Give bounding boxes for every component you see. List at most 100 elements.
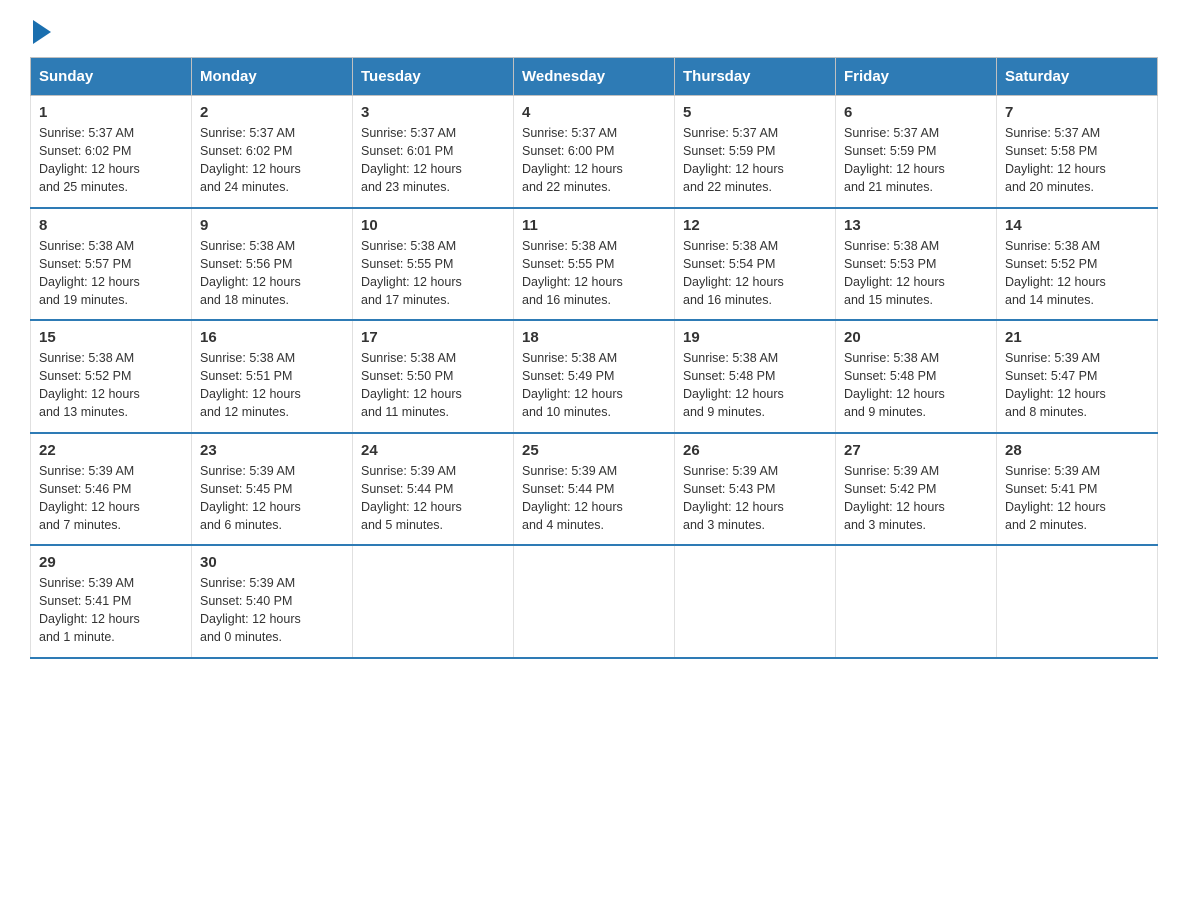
day-number: 26 (683, 442, 827, 459)
day-number: 23 (200, 442, 344, 459)
day-info: Sunrise: 5:38 AM Sunset: 5:57 PM Dayligh… (39, 237, 183, 310)
day-info: Sunrise: 5:38 AM Sunset: 5:52 PM Dayligh… (1005, 237, 1149, 310)
day-info: Sunrise: 5:38 AM Sunset: 5:51 PM Dayligh… (200, 349, 344, 422)
calendar-cell: 4 Sunrise: 5:37 AM Sunset: 6:00 PM Dayli… (514, 96, 675, 208)
day-number: 17 (361, 329, 505, 346)
day-info: Sunrise: 5:37 AM Sunset: 6:00 PM Dayligh… (522, 124, 666, 197)
header-friday: Friday (836, 58, 997, 96)
day-info: Sunrise: 5:39 AM Sunset: 5:41 PM Dayligh… (39, 574, 183, 647)
calendar-cell: 1 Sunrise: 5:37 AM Sunset: 6:02 PM Dayli… (31, 96, 192, 208)
calendar-cell: 18 Sunrise: 5:38 AM Sunset: 5:49 PM Dayl… (514, 320, 675, 433)
day-number: 19 (683, 329, 827, 346)
calendar-cell: 30 Sunrise: 5:39 AM Sunset: 5:40 PM Dayl… (192, 545, 353, 658)
calendar-cell (675, 545, 836, 658)
day-number: 30 (200, 554, 344, 571)
calendar-cell: 23 Sunrise: 5:39 AM Sunset: 5:45 PM Dayl… (192, 433, 353, 546)
calendar-cell (997, 545, 1158, 658)
calendar-cell: 29 Sunrise: 5:39 AM Sunset: 5:41 PM Dayl… (31, 545, 192, 658)
calendar-cell (353, 545, 514, 658)
day-number: 28 (1005, 442, 1149, 459)
day-number: 21 (1005, 329, 1149, 346)
calendar-cell (836, 545, 997, 658)
calendar-week-row: 8 Sunrise: 5:38 AM Sunset: 5:57 PM Dayli… (31, 208, 1158, 321)
calendar-cell: 20 Sunrise: 5:38 AM Sunset: 5:48 PM Dayl… (836, 320, 997, 433)
calendar-cell: 13 Sunrise: 5:38 AM Sunset: 5:53 PM Dayl… (836, 208, 997, 321)
day-number: 5 (683, 104, 827, 121)
day-number: 4 (522, 104, 666, 121)
day-info: Sunrise: 5:39 AM Sunset: 5:45 PM Dayligh… (200, 462, 344, 535)
header-tuesday: Tuesday (353, 58, 514, 96)
calendar-cell: 27 Sunrise: 5:39 AM Sunset: 5:42 PM Dayl… (836, 433, 997, 546)
day-info: Sunrise: 5:38 AM Sunset: 5:54 PM Dayligh… (683, 237, 827, 310)
day-info: Sunrise: 5:39 AM Sunset: 5:46 PM Dayligh… (39, 462, 183, 535)
calendar-week-row: 1 Sunrise: 5:37 AM Sunset: 6:02 PM Dayli… (31, 96, 1158, 208)
day-number: 6 (844, 104, 988, 121)
calendar-cell: 14 Sunrise: 5:38 AM Sunset: 5:52 PM Dayl… (997, 208, 1158, 321)
day-info: Sunrise: 5:39 AM Sunset: 5:44 PM Dayligh… (522, 462, 666, 535)
calendar-cell: 2 Sunrise: 5:37 AM Sunset: 6:02 PM Dayli… (192, 96, 353, 208)
day-info: Sunrise: 5:38 AM Sunset: 5:53 PM Dayligh… (844, 237, 988, 310)
day-number: 18 (522, 329, 666, 346)
calendar-header-row: SundayMondayTuesdayWednesdayThursdayFrid… (31, 58, 1158, 96)
day-info: Sunrise: 5:38 AM Sunset: 5:48 PM Dayligh… (683, 349, 827, 422)
header-wednesday: Wednesday (514, 58, 675, 96)
calendar-cell: 9 Sunrise: 5:38 AM Sunset: 5:56 PM Dayli… (192, 208, 353, 321)
calendar-cell: 26 Sunrise: 5:39 AM Sunset: 5:43 PM Dayl… (675, 433, 836, 546)
day-number: 2 (200, 104, 344, 121)
day-number: 16 (200, 329, 344, 346)
day-number: 24 (361, 442, 505, 459)
calendar-week-row: 22 Sunrise: 5:39 AM Sunset: 5:46 PM Dayl… (31, 433, 1158, 546)
calendar-cell: 28 Sunrise: 5:39 AM Sunset: 5:41 PM Dayl… (997, 433, 1158, 546)
calendar-cell: 5 Sunrise: 5:37 AM Sunset: 5:59 PM Dayli… (675, 96, 836, 208)
logo-arrow-icon (33, 20, 51, 44)
day-info: Sunrise: 5:39 AM Sunset: 5:43 PM Dayligh… (683, 462, 827, 535)
calendar-cell: 11 Sunrise: 5:38 AM Sunset: 5:55 PM Dayl… (514, 208, 675, 321)
day-info: Sunrise: 5:39 AM Sunset: 5:47 PM Dayligh… (1005, 349, 1149, 422)
day-info: Sunrise: 5:38 AM Sunset: 5:52 PM Dayligh… (39, 349, 183, 422)
day-info: Sunrise: 5:38 AM Sunset: 5:50 PM Dayligh… (361, 349, 505, 422)
calendar-week-row: 29 Sunrise: 5:39 AM Sunset: 5:41 PM Dayl… (31, 545, 1158, 658)
calendar-week-row: 15 Sunrise: 5:38 AM Sunset: 5:52 PM Dayl… (31, 320, 1158, 433)
day-number: 9 (200, 217, 344, 234)
header-sunday: Sunday (31, 58, 192, 96)
header-monday: Monday (192, 58, 353, 96)
day-info: Sunrise: 5:38 AM Sunset: 5:56 PM Dayligh… (200, 237, 344, 310)
day-number: 1 (39, 104, 183, 121)
day-number: 14 (1005, 217, 1149, 234)
day-number: 27 (844, 442, 988, 459)
day-info: Sunrise: 5:37 AM Sunset: 5:58 PM Dayligh… (1005, 124, 1149, 197)
day-number: 20 (844, 329, 988, 346)
calendar-cell: 15 Sunrise: 5:38 AM Sunset: 5:52 PM Dayl… (31, 320, 192, 433)
day-number: 29 (39, 554, 183, 571)
calendar-cell: 7 Sunrise: 5:37 AM Sunset: 5:58 PM Dayli… (997, 96, 1158, 208)
day-number: 8 (39, 217, 183, 234)
page-header (30, 20, 1158, 41)
calendar-table: SundayMondayTuesdayWednesdayThursdayFrid… (30, 57, 1158, 659)
day-info: Sunrise: 5:38 AM Sunset: 5:48 PM Dayligh… (844, 349, 988, 422)
header-thursday: Thursday (675, 58, 836, 96)
calendar-cell: 10 Sunrise: 5:38 AM Sunset: 5:55 PM Dayl… (353, 208, 514, 321)
day-number: 25 (522, 442, 666, 459)
calendar-cell: 8 Sunrise: 5:38 AM Sunset: 5:57 PM Dayli… (31, 208, 192, 321)
day-number: 13 (844, 217, 988, 234)
day-number: 22 (39, 442, 183, 459)
calendar-cell: 24 Sunrise: 5:39 AM Sunset: 5:44 PM Dayl… (353, 433, 514, 546)
day-info: Sunrise: 5:39 AM Sunset: 5:40 PM Dayligh… (200, 574, 344, 647)
day-info: Sunrise: 5:37 AM Sunset: 6:01 PM Dayligh… (361, 124, 505, 197)
day-number: 10 (361, 217, 505, 234)
calendar-cell: 3 Sunrise: 5:37 AM Sunset: 6:01 PM Dayli… (353, 96, 514, 208)
day-info: Sunrise: 5:39 AM Sunset: 5:41 PM Dayligh… (1005, 462, 1149, 535)
calendar-cell: 6 Sunrise: 5:37 AM Sunset: 5:59 PM Dayli… (836, 96, 997, 208)
logo (30, 20, 51, 41)
calendar-cell: 17 Sunrise: 5:38 AM Sunset: 5:50 PM Dayl… (353, 320, 514, 433)
day-number: 15 (39, 329, 183, 346)
day-info: Sunrise: 5:38 AM Sunset: 5:55 PM Dayligh… (522, 237, 666, 310)
header-saturday: Saturday (997, 58, 1158, 96)
day-number: 12 (683, 217, 827, 234)
day-info: Sunrise: 5:39 AM Sunset: 5:42 PM Dayligh… (844, 462, 988, 535)
calendar-cell (514, 545, 675, 658)
day-info: Sunrise: 5:37 AM Sunset: 5:59 PM Dayligh… (683, 124, 827, 197)
day-number: 11 (522, 217, 666, 234)
day-info: Sunrise: 5:39 AM Sunset: 5:44 PM Dayligh… (361, 462, 505, 535)
day-number: 3 (361, 104, 505, 121)
